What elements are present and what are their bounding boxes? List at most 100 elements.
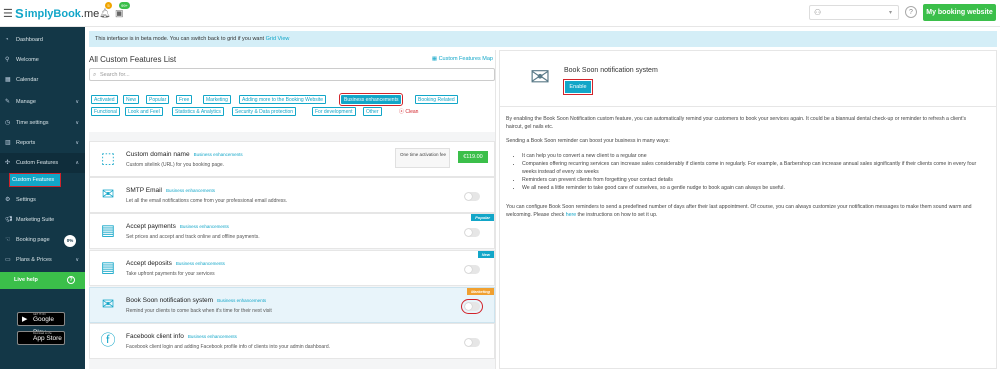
tag-marketing[interactable]: Marketing — [203, 95, 231, 104]
feature-title: SMTP Email Business enhancements — [126, 187, 215, 194]
sidebar-item-reports[interactable]: ▥ Reports ∨ — [0, 133, 85, 153]
tag-adding-more-to-the-booking-website[interactable]: Adding more to the Booking Website — [239, 95, 327, 104]
ribbon-popular: Popular — [471, 214, 494, 221]
tag-statistics-analytics[interactable]: Statistics & Analytics — [172, 107, 224, 116]
chevron-up-icon: ∧ — [75, 160, 79, 166]
card-icon: ▭ — [5, 257, 11, 263]
facebook-icon: ⓕ — [100, 332, 116, 349]
sidebar-item-custom-features[interactable]: ✣ Custom Features ∧ — [0, 153, 85, 173]
tag-business-enhancements[interactable]: Business enhancements — [338, 93, 404, 106]
feature-card-accept-deposits[interactable]: ▤ Accept deposits Business enhancements Tak… — [89, 250, 495, 286]
detail-paragraph-1: By enabling the Book Soon Notification c… — [506, 116, 967, 131]
my-booking-website-button[interactable]: My booking website — [923, 4, 996, 21]
price-label: One time activation fee — [395, 148, 450, 168]
logo-s: S — [15, 6, 24, 21]
feature-detail-panel: ✉ Book Soon notification system Enable B… — [499, 50, 997, 369]
sidebar: ◔ Dashboard ⚲ Welcome ▦ Calendar ✎ Manage ∨ ◷… — [0, 27, 85, 369]
search-icon: ⌕ — [93, 72, 97, 78]
booking-page-progress: 0% — [64, 235, 76, 247]
ribbon-new: New — [477, 251, 494, 258]
feature-toggle[interactable] — [464, 228, 480, 237]
book-soon-icon: ✉ — [101, 296, 115, 313]
feature-title-text: Accept deposits — [126, 260, 172, 267]
search-input[interactable]: ⌕ Search for... — [89, 68, 495, 81]
tag-security-data-protection[interactable]: Security & Data protection — [232, 107, 297, 116]
deposits-icon: ▤ — [100, 259, 116, 276]
user-select[interactable]: ⚇ ▾ — [809, 5, 899, 20]
feature-card-smtp-email[interactable]: ✉ SMTP Email Business enhancements Let all … — [89, 177, 495, 213]
map-link-label: Custom Features Map — [438, 56, 493, 62]
page-title: All Custom Features List — [89, 55, 177, 64]
sidebar-item-settings[interactable]: ⚙ Settings — [0, 190, 85, 210]
tag-functional[interactable]: Functional — [91, 107, 121, 116]
price-button[interactable]: €119.00 — [458, 151, 488, 163]
feature-category: Business enhancements — [179, 224, 229, 229]
menu-icon[interactable]: ☰ — [3, 7, 13, 20]
sidebar-subitem-custom-features[interactable]: Custom Features — [9, 173, 61, 187]
feature-card-accept-payments[interactable]: ▤ Accept payments Business enhancements Set… — [89, 213, 495, 249]
sidebar-item-label: Booking page — [16, 237, 50, 243]
search-placeholder: Search for... — [100, 72, 130, 78]
sidebar-item-plans-prices[interactable]: ▭ Plans & Prices ∨ — [0, 250, 85, 270]
tag-activated[interactable]: Activated — [91, 95, 118, 104]
play-icon: ▶ — [22, 316, 28, 323]
detail-bullets: It can help you to convert a new client … — [522, 152, 984, 193]
feature-category: Business enhancements — [217, 298, 267, 303]
tag-look-and-feel[interactable]: Look and Feel — [125, 107, 163, 116]
feature-category: Business enhancements — [175, 261, 225, 266]
feature-category: Business enhancements — [187, 334, 237, 339]
megaphone-icon: 📢︎ — [5, 217, 13, 223]
sidebar-item-manage[interactable]: ✎ Manage ∨ — [0, 92, 85, 112]
google-play-button[interactable]: ▶GET IT ONGoogle Play — [17, 312, 65, 336]
feature-card-facebook-client-info[interactable]: ⓕ Facebook client info Business enhancemen… — [89, 323, 495, 359]
app-store-button[interactable]: Download on the App Store — [17, 331, 65, 345]
feature-toggle[interactable] — [464, 265, 480, 274]
feature-title: Facebook client info Business enhancement… — [126, 333, 237, 340]
feature-description: Facebook client login and adding Faceboo… — [126, 344, 331, 350]
sidebar-item-calendar[interactable]: ▦ Calendar — [0, 70, 85, 90]
enable-button[interactable]: Enable — [562, 78, 594, 96]
sidebar-item-dashboard[interactable]: ◔ Dashboard — [0, 30, 85, 50]
calendar-icon[interactable]: ▣ — [115, 8, 124, 19]
sidebar-item-welcome[interactable]: ⚲ Welcome — [0, 50, 85, 70]
tag-booking-related[interactable]: Booking Related — [415, 95, 458, 104]
feature-toggle[interactable] — [464, 338, 480, 347]
sidebar-item-booking-page[interactable]: ☜ Booking page 0% — [0, 230, 85, 250]
bell-icon[interactable]: 🔔︎ — [99, 8, 110, 19]
beta-text: This interface is in beta mode. You can … — [95, 36, 265, 42]
feature-title-text: Custom domain name — [126, 151, 190, 158]
tag-free[interactable]: Free — [176, 95, 193, 104]
tag-popular[interactable]: Popular — [146, 95, 170, 104]
feature-card-custom-domain-name[interactable]: ⬚ Custom domain name Business enhancements… — [89, 141, 495, 177]
detail-body: By enabling the Book Soon Notification c… — [500, 115, 996, 225]
pin-icon: ⚲ — [5, 57, 10, 63]
para3-text-b: the instructions on how to set it up. — [577, 211, 658, 218]
notification-badge: 5 — [105, 2, 112, 9]
instructions-link[interactable]: here — [566, 212, 576, 218]
detail-bullet: Reminders can prevent clients from forge… — [522, 176, 984, 184]
logo-text: implyBook — [24, 7, 81, 20]
sidebar-item-label: Calendar — [16, 77, 39, 83]
sidebar-item-label: Manage — [16, 99, 36, 105]
custom-features-map-link[interactable]: ▦ Custom Features Map — [432, 56, 493, 62]
dashboard-icon: ◔ — [5, 37, 9, 43]
hand-icon: ☜ — [5, 237, 11, 243]
tag-other[interactable]: Other — [363, 107, 382, 116]
feature-toggle[interactable] — [461, 299, 483, 314]
feature-toggle[interactable] — [464, 192, 480, 201]
grid-view-link[interactable]: Grid View — [266, 36, 290, 42]
help-icon[interactable]: ? — [905, 6, 917, 18]
chart-icon: ▥ — [5, 140, 11, 146]
tag-for-development[interactable]: For development — [312, 107, 356, 116]
tag-new[interactable]: New — [123, 95, 140, 104]
logo[interactable]: SimplyBook .me — [15, 6, 99, 21]
detail-paragraph-2: Sending a Book Soon reminder can boost y… — [506, 138, 670, 145]
sidebar-item-time-settings[interactable]: ◷ Time settings ∨ — [0, 113, 85, 133]
sidebar-item-marketing-suite[interactable]: 📢︎ Marketing Suite — [0, 210, 85, 230]
chevron-down-icon: ∨ — [75, 140, 79, 146]
live-help-button[interactable]: Live help? — [0, 272, 85, 289]
detail-bullet: It can help you to convert a new client … — [522, 152, 984, 160]
feature-description: Let all the email notifications come fro… — [126, 198, 288, 204]
feature-card-book-soon-notification-system[interactable]: ✉ Book Soon notification system Business e… — [89, 287, 495, 323]
clean-filter[interactable]: ⓧ Clean — [399, 108, 418, 115]
